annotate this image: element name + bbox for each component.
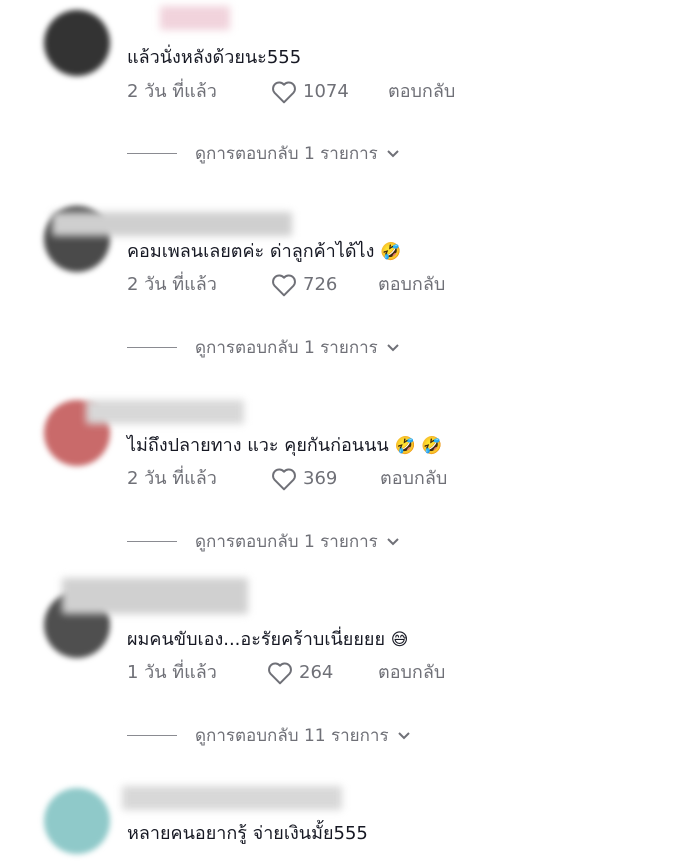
- username-blurred[interactable]: [52, 212, 292, 236]
- reply-button[interactable]: ตอบกลับ: [378, 661, 445, 685]
- timestamp: 2 วัน ที่แล้ว: [127, 81, 217, 102]
- heart-outline-icon: [271, 467, 297, 491]
- comment-text: ไม่ถึงปลายทาง แวะ คุยกันก่อนนน 🤣 🤣: [127, 435, 443, 456]
- username-blurred[interactable]: [160, 6, 230, 30]
- like-button[interactable]: 726: [271, 273, 337, 297]
- view-replies-label: ดูการตอบกลับ 1 รายการ: [195, 532, 378, 552]
- view-replies-label: ดูการตอบกลับ 1 รายการ: [195, 144, 378, 164]
- rofl-emoji: 🤣 🤣: [394, 436, 443, 456]
- comment-text: ผมคนขับเอง...อะรัยคร้าบเนี่ยยยย 😅: [127, 629, 409, 650]
- like-count: 264: [299, 662, 334, 683]
- divider: [127, 735, 177, 736]
- username-blurred[interactable]: [122, 786, 342, 810]
- divider: [127, 347, 177, 348]
- like-count: 369: [303, 468, 338, 489]
- view-replies-button[interactable]: ดูการตอบกลับ 1 รายการ: [127, 334, 400, 361]
- sweat-smile-emoji: 😅: [390, 630, 409, 650]
- timestamp: 2 วัน ที่แล้ว: [127, 274, 217, 295]
- divider: [127, 541, 177, 542]
- username-blurred[interactable]: [62, 578, 248, 614]
- heart-outline-icon: [271, 273, 297, 297]
- comment-text: หลายคนอยากรู้ จ่ายเงินมั้ย555: [127, 823, 368, 844]
- view-replies-button[interactable]: ดูการตอบกลับ 11 รายการ: [127, 722, 411, 749]
- avatar[interactable]: [44, 10, 110, 76]
- heart-outline-icon: [271, 80, 297, 104]
- like-count: 726: [303, 274, 338, 295]
- avatar[interactable]: [44, 788, 110, 854]
- chevron-down-icon: [397, 726, 411, 746]
- view-replies-label: ดูการตอบกลับ 11 รายการ: [195, 726, 389, 746]
- like-count: 1074: [303, 81, 349, 102]
- view-replies-button[interactable]: ดูการตอบกลับ 1 รายการ: [127, 528, 400, 555]
- timestamp: 1 วัน ที่แล้ว: [127, 662, 217, 683]
- like-button[interactable]: 1074: [271, 80, 349, 104]
- comment-text: แล้วนั่งหลังด้วยนะ555: [127, 47, 302, 68]
- reply-button[interactable]: ตอบกลับ: [378, 273, 445, 297]
- chevron-down-icon: [386, 144, 400, 164]
- username-blurred[interactable]: [86, 400, 244, 424]
- like-button[interactable]: 264: [267, 661, 333, 685]
- timestamp: 2 วัน ที่แล้ว: [127, 468, 217, 489]
- reply-button[interactable]: ตอบกลับ: [380, 467, 447, 491]
- chevron-down-icon: [386, 338, 400, 358]
- like-button[interactable]: 369: [271, 467, 337, 491]
- rofl-emoji: 🤣: [380, 242, 402, 262]
- comment-text: คอมเพลนเลยตค่ะ ด่าลูกค้าได้ไง 🤣: [127, 241, 402, 262]
- reply-button[interactable]: ตอบกลับ: [388, 80, 455, 104]
- divider: [127, 153, 177, 154]
- heart-outline-icon: [267, 661, 293, 685]
- view-replies-button[interactable]: ดูการตอบกลับ 1 รายการ: [127, 140, 400, 167]
- chevron-down-icon: [386, 532, 400, 552]
- view-replies-label: ดูการตอบกลับ 1 รายการ: [195, 338, 378, 358]
